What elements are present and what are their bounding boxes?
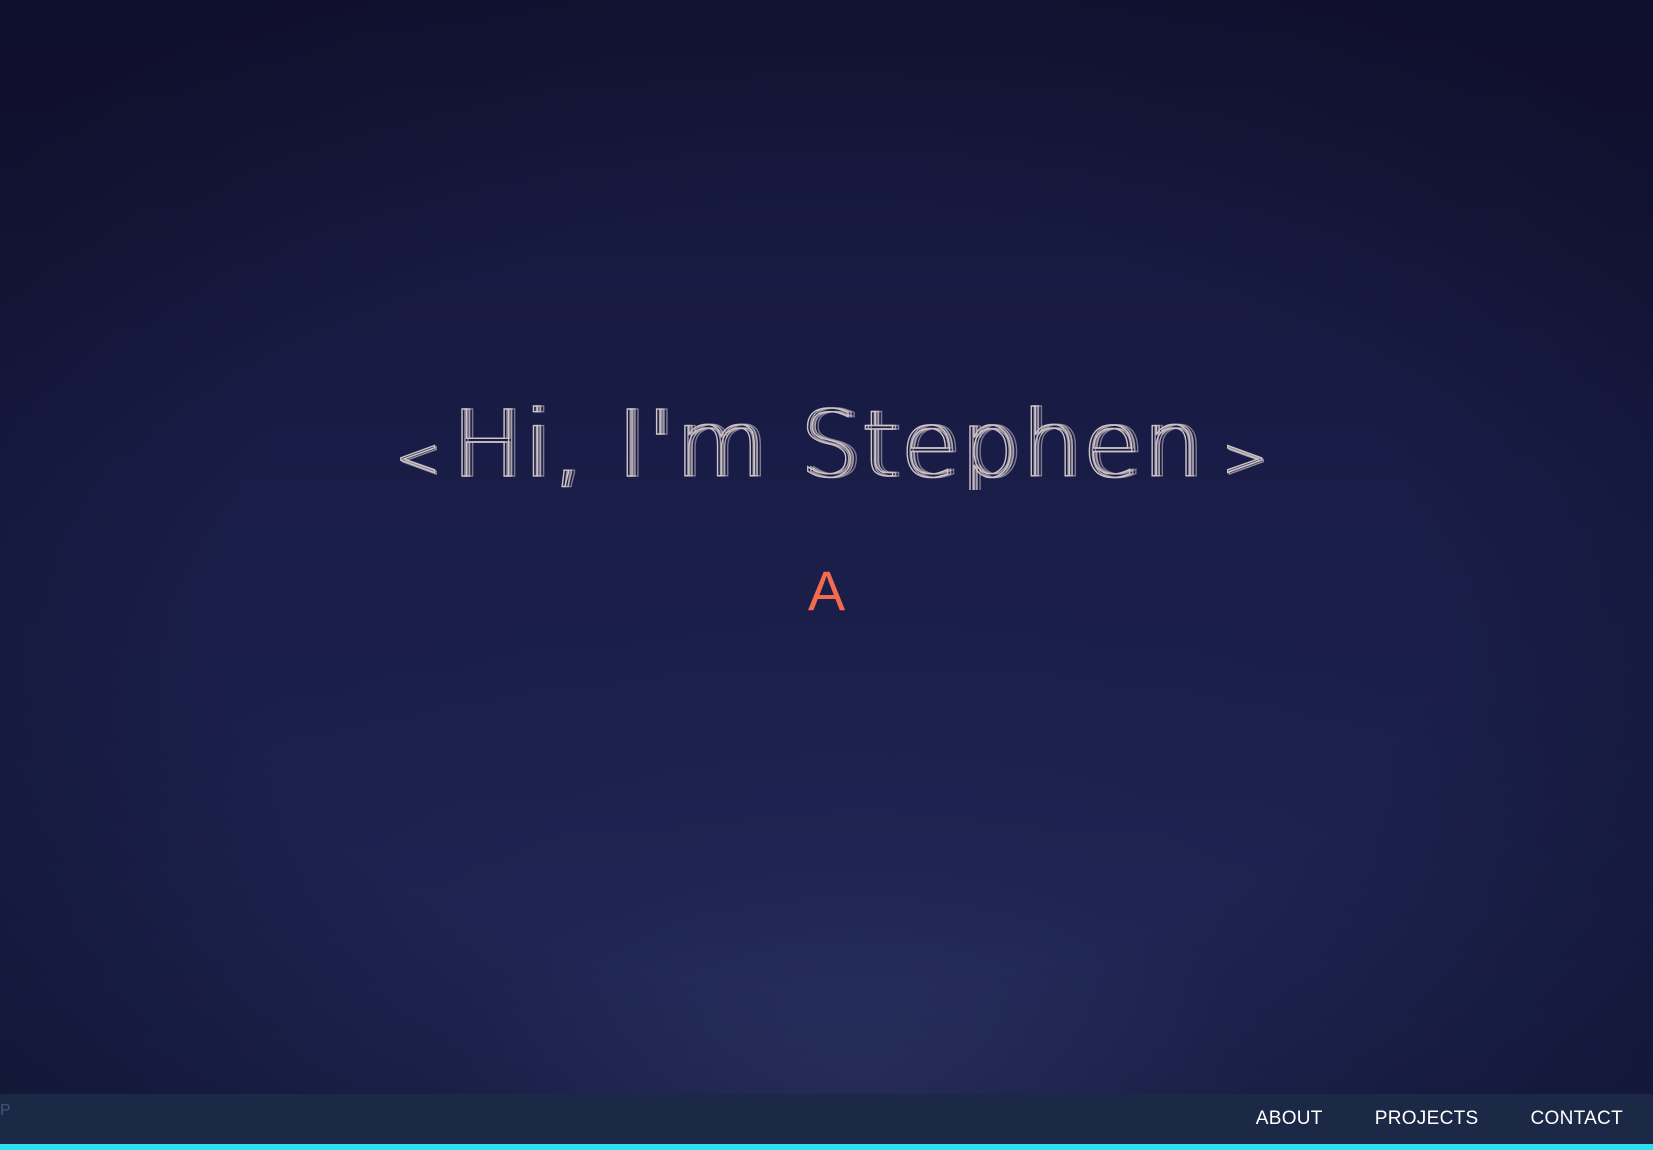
hero-section: < < Hi, I'm Stephen Hi, I'm Stephen Hi, … — [0, 0, 1653, 1094]
hero-subtitle: A — [807, 559, 846, 622]
nav-link-projects[interactable]: PROJECTS — [1375, 1108, 1479, 1130]
headline-left-bracket-echo: < — [396, 428, 447, 490]
hero-headline: < < Hi, I'm Stephen Hi, I'm Stephen Hi, … — [0, 372, 1653, 490]
nav-link-about[interactable]: ABOUT — [1256, 1108, 1323, 1130]
headline-outline-text: < < Hi, I'm Stephen Hi, I'm Stephen Hi, … — [394, 390, 1274, 490]
headline-name-text-echo-2: Hi, I'm Stephen — [456, 391, 1208, 490]
headline-right-bracket-echo: > — [1223, 428, 1274, 490]
bottom-navbar: P ABOUT PROJECTS CONTACT — [0, 1094, 1653, 1150]
nav-link-contact[interactable]: CONTACT — [1530, 1108, 1623, 1130]
navbar-logo[interactable]: P — [0, 1102, 11, 1120]
navbar-links: ABOUT PROJECTS CONTACT — [1256, 1094, 1623, 1144]
